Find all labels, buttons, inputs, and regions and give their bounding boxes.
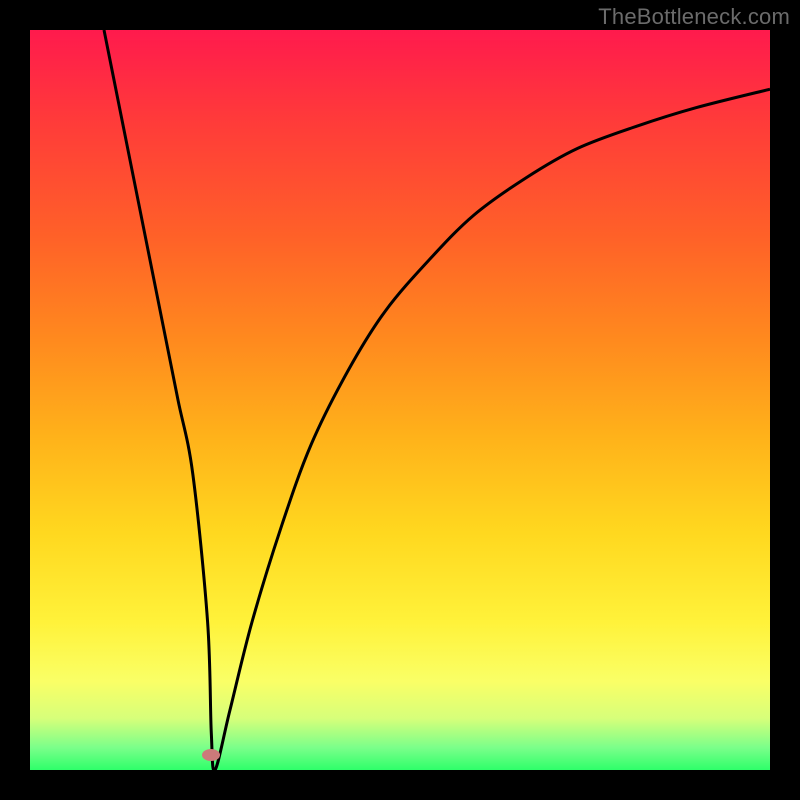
curve-svg (30, 30, 770, 770)
bottleneck-curve (104, 30, 770, 770)
plot-area (30, 30, 770, 770)
attribution-text: TheBottleneck.com (598, 4, 790, 30)
chart-frame: TheBottleneck.com (0, 0, 800, 800)
min-marker (202, 749, 220, 761)
